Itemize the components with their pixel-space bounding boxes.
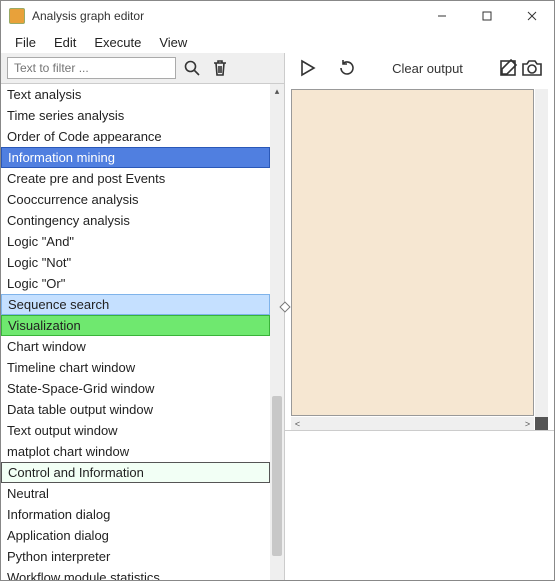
- list-item[interactable]: Cooccurrence analysis: [1, 189, 270, 210]
- sidebar: Text analysisTime series analysisOrder o…: [1, 83, 285, 580]
- content: Text analysisTime series analysisOrder o…: [1, 83, 554, 580]
- list-item[interactable]: Create pre and post Events: [1, 168, 270, 189]
- h-scrollbar[interactable]: < >: [291, 417, 534, 430]
- canvas-area: < >: [285, 83, 554, 580]
- sidebar-toolbar: [1, 53, 285, 83]
- menu-file[interactable]: File: [7, 33, 44, 52]
- list-item[interactable]: Logic "Not": [1, 252, 270, 273]
- list-item[interactable]: Neutral: [1, 483, 270, 504]
- refresh-icon[interactable]: [335, 56, 359, 80]
- maximize-button[interactable]: [464, 1, 509, 31]
- v-scrollbar[interactable]: [535, 89, 548, 430]
- list-item[interactable]: Data table output window: [1, 399, 270, 420]
- module-list[interactable]: Text analysisTime series analysisOrder o…: [1, 83, 270, 580]
- list-item[interactable]: Order of Code appearance: [1, 126, 270, 147]
- menu-edit[interactable]: Edit: [46, 33, 84, 52]
- app-window: Analysis graph editor File Edit Execute …: [0, 0, 555, 581]
- camera-icon[interactable]: [520, 56, 544, 80]
- list-item[interactable]: Control and Information: [1, 462, 270, 483]
- close-button[interactable]: [509, 1, 554, 31]
- list-item[interactable]: Application dialog: [1, 525, 270, 546]
- graph-canvas[interactable]: < >: [285, 83, 554, 430]
- canvas-toolbar: Clear output: [285, 53, 554, 83]
- list-item[interactable]: Chart window: [1, 336, 270, 357]
- edit-icon[interactable]: [496, 56, 520, 80]
- play-icon[interactable]: [295, 56, 319, 80]
- list-item[interactable]: Text analysis: [1, 84, 270, 105]
- list-item[interactable]: Information dialog: [1, 504, 270, 525]
- list-item[interactable]: Information mining: [1, 147, 270, 168]
- list-item[interactable]: Visualization: [1, 315, 270, 336]
- output-panel[interactable]: [285, 430, 554, 580]
- splitter-handle[interactable]: [281, 303, 289, 311]
- list-item[interactable]: Workflow module statistics: [1, 567, 270, 580]
- search-icon[interactable]: [180, 56, 204, 80]
- size-grip[interactable]: [535, 417, 548, 430]
- scroll-left-icon[interactable]: <: [291, 419, 304, 429]
- canvas-surface[interactable]: [291, 89, 534, 416]
- window-title: Analysis graph editor: [32, 9, 419, 23]
- menubar: File Edit Execute View: [1, 31, 554, 53]
- filter-input[interactable]: [7, 57, 176, 79]
- list-item[interactable]: matplot chart window: [1, 441, 270, 462]
- trash-icon[interactable]: [208, 56, 232, 80]
- list-item[interactable]: Logic "Or": [1, 273, 270, 294]
- toolbar-row: Clear output: [1, 53, 554, 83]
- scroll-right-icon[interactable]: >: [521, 419, 534, 429]
- list-item[interactable]: Logic "And": [1, 231, 270, 252]
- list-item[interactable]: Time series analysis: [1, 105, 270, 126]
- scroll-thumb[interactable]: [272, 396, 282, 556]
- list-item[interactable]: Sequence search: [1, 294, 270, 315]
- list-item[interactable]: State-Space-Grid window: [1, 378, 270, 399]
- menu-execute[interactable]: Execute: [86, 33, 149, 52]
- list-scrollbar[interactable]: ▴: [270, 83, 284, 580]
- scroll-up-icon[interactable]: ▴: [270, 84, 284, 98]
- list-item[interactable]: Timeline chart window: [1, 357, 270, 378]
- app-icon: [9, 8, 25, 24]
- list-item[interactable]: Contingency analysis: [1, 210, 270, 231]
- titlebar[interactable]: Analysis graph editor: [1, 1, 554, 31]
- list-item[interactable]: Python interpreter: [1, 546, 270, 567]
- list-item[interactable]: Text output window: [1, 420, 270, 441]
- minimize-button[interactable]: [419, 1, 464, 31]
- menu-view[interactable]: View: [151, 33, 195, 52]
- clear-output-button[interactable]: Clear output: [392, 61, 463, 76]
